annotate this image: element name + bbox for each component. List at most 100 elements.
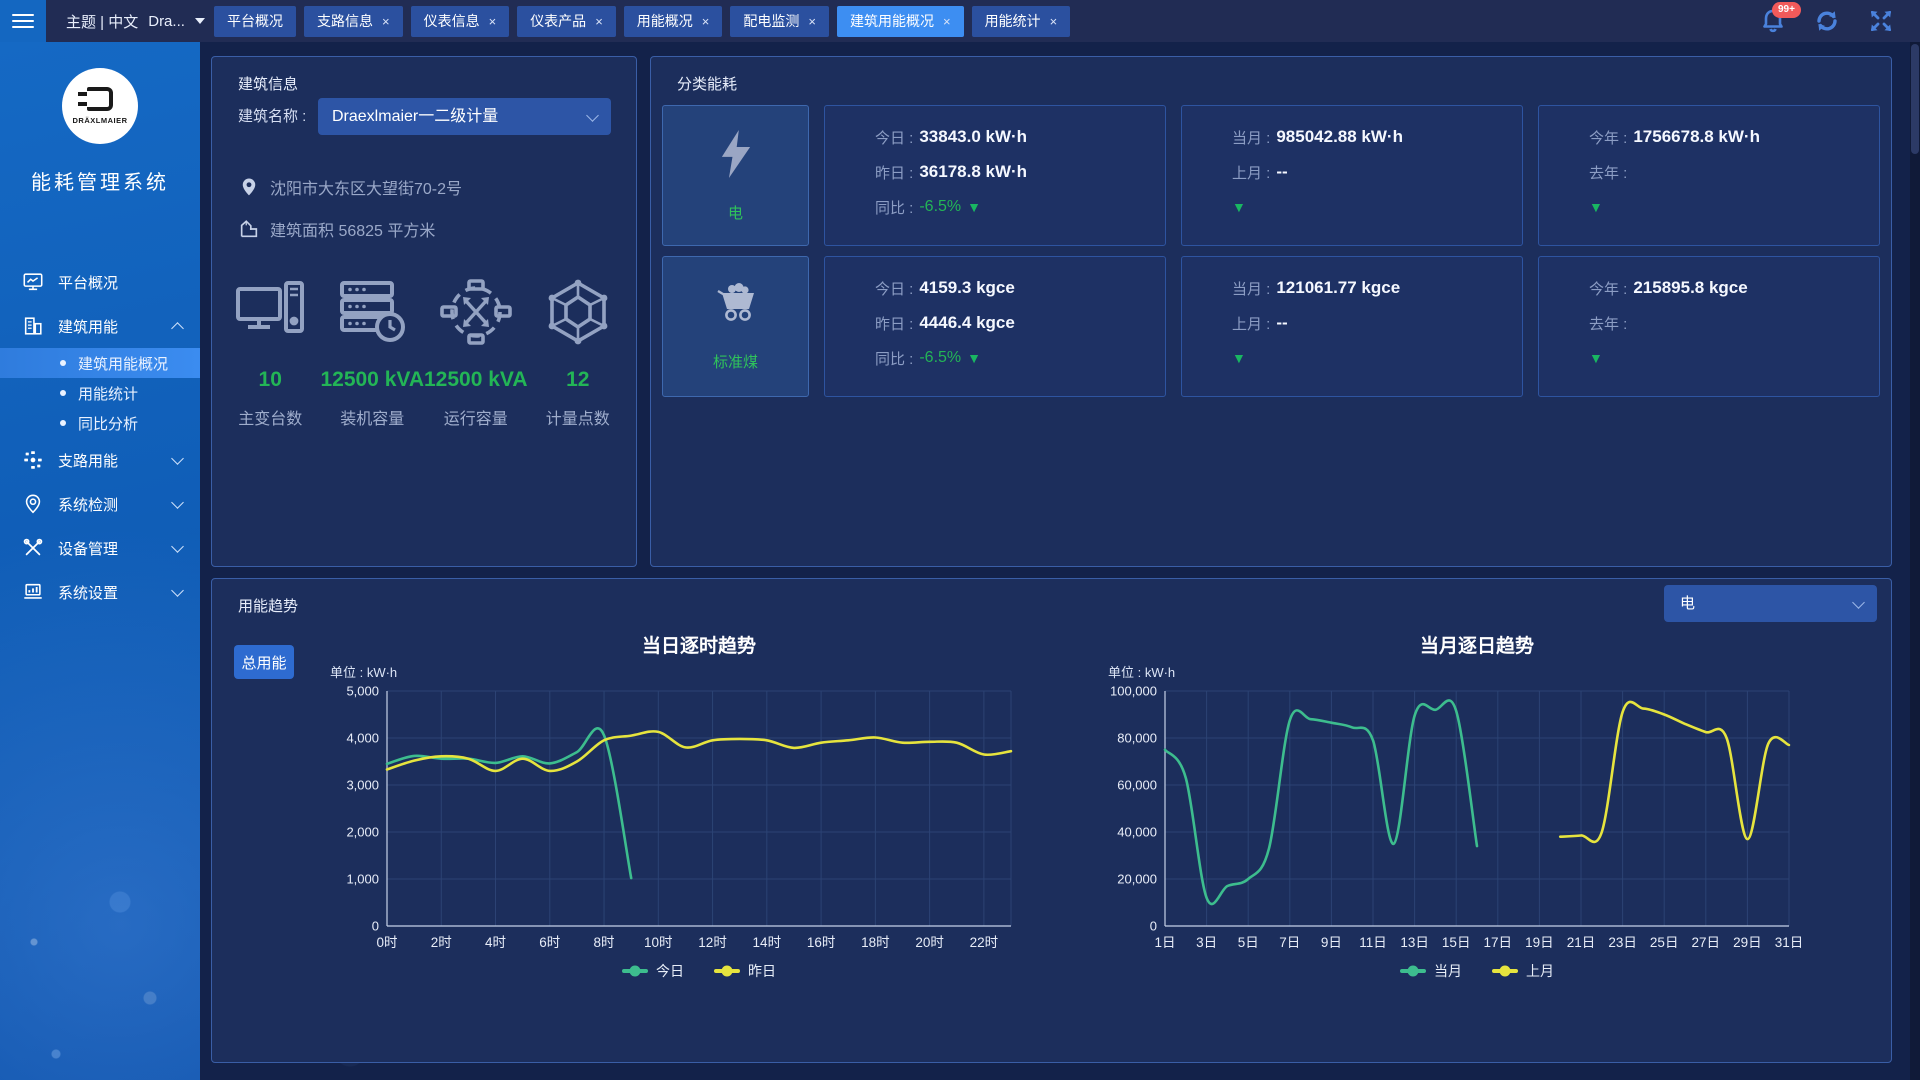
sidebar-item-system-settings[interactable]: 系统设置	[0, 570, 200, 614]
close-icon[interactable]: ×	[943, 15, 951, 28]
energy-trend-panel: 用能趋势 电 总用能 当日逐时趋势 单位 : kW·h01,0002,0003,…	[211, 578, 1892, 1063]
sidebar-item-building-energy[interactable]: 建筑用能	[0, 304, 200, 348]
tab-energy-stats[interactable]: 用能统计×	[972, 6, 1071, 37]
svg-text:单位 : kW·h: 单位 : kW·h	[330, 665, 397, 680]
svg-text:100,000: 100,000	[1110, 684, 1157, 699]
svg-text:12时: 12时	[698, 935, 727, 950]
topbar: 主题 | 中文 Dra... 平台概况 支路信息× 仪表信息× 仪表产品× 用能…	[0, 0, 1920, 42]
svg-text:21日: 21日	[1567, 935, 1596, 950]
sidebar-subitem-yoy-analysis[interactable]: 同比分析	[0, 408, 200, 438]
building-icon	[22, 315, 44, 337]
notifications-button[interactable]: 99+	[1758, 6, 1788, 36]
svg-text:4时: 4时	[485, 935, 506, 950]
refresh-button[interactable]	[1812, 6, 1842, 36]
close-icon[interactable]: ×	[702, 15, 710, 28]
svg-text:4,000: 4,000	[346, 731, 379, 746]
svg-text:2时: 2时	[431, 935, 452, 950]
legend-last-month[interactable]: 上月	[1492, 961, 1554, 981]
sidebar-toggle-button[interactable]	[0, 0, 46, 42]
chevron-down-icon	[1852, 596, 1865, 609]
chart-legend: 今日 昨日	[312, 961, 1052, 981]
close-icon[interactable]: ×	[382, 15, 390, 28]
total-energy-button[interactable]: 总用能	[234, 645, 294, 679]
electricity-month-card: 当月 :985042.88 kW·h 上月 :-- ▼	[1181, 105, 1523, 246]
daily-hourly-trend-chart: 当日逐时趋势 单位 : kW·h01,0002,0003,0004,0005,0…	[312, 631, 1052, 981]
energy-type-select[interactable]: 电	[1664, 585, 1877, 622]
down-triangle-icon: ▼	[1589, 200, 1603, 214]
sidebar-item-device-mgmt[interactable]: 设备管理	[0, 526, 200, 570]
chevron-down-icon	[171, 584, 184, 597]
classified-energy-panel: 分类能耗 电 今日 :33843.0 kW·h 昨日 :36178.8 kW·h…	[650, 56, 1892, 567]
system-title: 能耗管理系统	[0, 166, 200, 195]
close-icon[interactable]: ×	[1050, 15, 1058, 28]
close-icon[interactable]: ×	[489, 15, 497, 28]
svg-text:5,000: 5,000	[346, 684, 379, 699]
refresh-icon	[1813, 7, 1841, 35]
svg-text:9日: 9日	[1321, 935, 1342, 950]
svg-text:8时: 8时	[594, 935, 615, 950]
computer-icon	[234, 262, 306, 362]
stat-running-capacity: 12500 kVA 运行容量	[424, 262, 528, 429]
line-chart: 单位 : kW·h020,00040,00060,00080,000100,00…	[1090, 661, 1830, 961]
legend-current-month[interactable]: 当月	[1400, 961, 1462, 981]
bullet-icon	[60, 390, 66, 396]
fullscreen-button[interactable]	[1866, 6, 1896, 36]
tab-power-monitor[interactable]: 配电监测×	[730, 6, 829, 37]
sidebar-item-branch-energy[interactable]: 支路用能	[0, 438, 200, 482]
theme-language-label: 主题 | 中文	[66, 11, 138, 32]
tab-meter-info[interactable]: 仪表信息×	[411, 6, 510, 37]
sidebar-item-platform-overview[interactable]: 平台概况	[0, 260, 200, 304]
stat-main-transformers: 10 主变台数	[220, 262, 320, 429]
sidebar-menu: 平台概况 建筑用能 建筑用能概况 用能统计 同比分析	[0, 260, 200, 614]
tab-meter-product[interactable]: 仪表产品×	[517, 6, 616, 37]
tab-platform-overview[interactable]: 平台概况	[214, 6, 296, 37]
electricity-row: 电 今日 :33843.0 kW·h 昨日 :36178.8 kW·h 同比 :…	[662, 105, 1880, 246]
tab-building-energy-overview[interactable]: 建筑用能概况×	[837, 6, 964, 37]
legend-yesterday[interactable]: 昨日	[714, 961, 776, 981]
area-icon	[238, 217, 260, 241]
chevron-down-icon	[171, 496, 184, 509]
sidebar-item-system-monitor[interactable]: 系统检测	[0, 482, 200, 526]
svg-text:10时: 10时	[644, 935, 673, 950]
down-triangle-icon: ▼	[967, 351, 981, 365]
coal-month-card: 当月 :121061.77 kgce 上月 :-- ▼	[1181, 256, 1523, 397]
panel-title: 用能趋势	[238, 595, 298, 616]
building-name-label: 建筑名称 :	[238, 98, 306, 135]
svg-text:11日: 11日	[1359, 935, 1387, 950]
tab-energy-overview[interactable]: 用能概况×	[624, 6, 723, 37]
monthly-daily-trend-chart: 当月逐日趋势 单位 : kW·h020,00040,00060,00080,00…	[1090, 631, 1830, 981]
line-chart: 单位 : kW·h01,0002,0003,0004,0005,0000时2时4…	[312, 661, 1052, 961]
close-icon[interactable]: ×	[808, 15, 816, 28]
stat-metering-points: 12 计量点数	[528, 262, 628, 429]
svg-text:60,000: 60,000	[1117, 778, 1157, 793]
hamburger-icon	[12, 14, 34, 29]
branch-network-icon	[22, 449, 44, 471]
page-scrollbar[interactable]	[1910, 42, 1920, 1080]
building-name-select[interactable]: Draexlmaier一二级计量	[318, 98, 611, 135]
down-triangle-icon: ▼	[967, 200, 981, 214]
down-triangle-icon: ▼	[1232, 200, 1246, 214]
tab-branch-info[interactable]: 支路信息×	[304, 6, 403, 37]
sidebar-subitem-building-energy-overview[interactable]: 建筑用能概况	[0, 348, 200, 378]
notification-badge: 99+	[1772, 2, 1801, 18]
chart-legend: 当月 上月	[1090, 961, 1830, 981]
close-icon[interactable]: ×	[595, 15, 603, 28]
server-clock-icon	[336, 262, 408, 362]
svg-text:0: 0	[1150, 919, 1157, 934]
svg-text:3,000: 3,000	[346, 778, 379, 793]
svg-text:3日: 3日	[1196, 935, 1217, 950]
bullet-icon	[60, 360, 66, 366]
coal-tile: 标准煤	[662, 256, 809, 397]
svg-text:0时: 0时	[376, 935, 397, 950]
svg-text:6时: 6时	[539, 935, 560, 950]
fullscreen-icon	[1868, 8, 1894, 34]
svg-text:22时: 22时	[970, 935, 999, 950]
svg-text:15日: 15日	[1442, 935, 1471, 950]
building-info-panel: 建筑信息 建筑名称 : Draexlmaier一二级计量 沈阳市大东区大望街70…	[211, 56, 637, 567]
sidebar-subitem-energy-stats[interactable]: 用能统计	[0, 378, 200, 408]
svg-text:27日: 27日	[1692, 935, 1721, 950]
language-theme-selector[interactable]: 主题 | 中文 Dra...	[66, 0, 205, 42]
building-address-row: 沈阳市大东区大望街70-2号	[238, 175, 462, 199]
legend-today[interactable]: 今日	[622, 961, 684, 981]
scrollbar-thumb[interactable]	[1911, 44, 1919, 154]
